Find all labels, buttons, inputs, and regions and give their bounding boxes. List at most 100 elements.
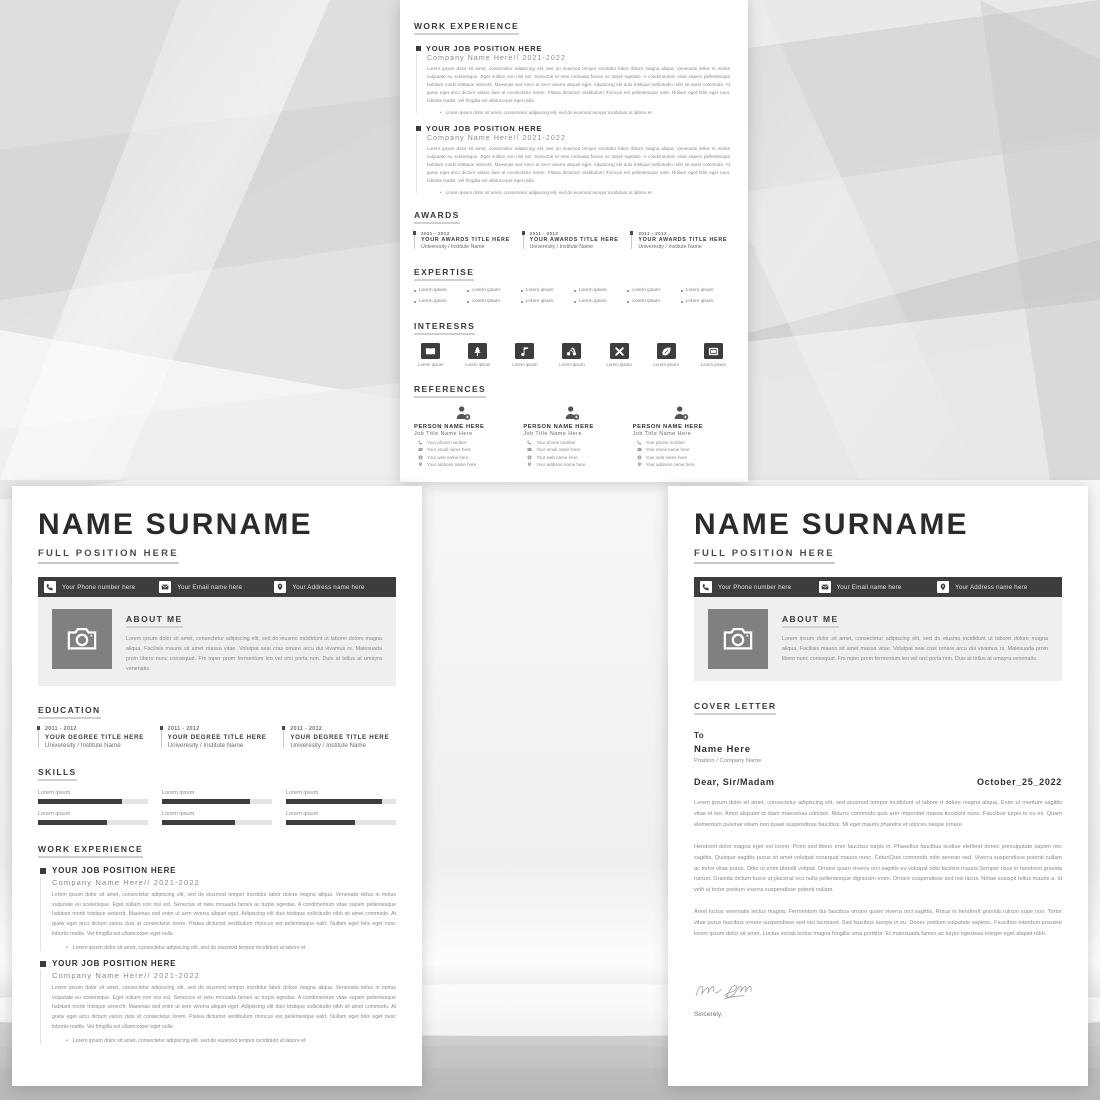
reference-address: Your address name here bbox=[527, 462, 620, 467]
camera-icon bbox=[67, 628, 97, 650]
dot-icon bbox=[467, 289, 470, 292]
reference-email-text: Your email name here bbox=[645, 447, 690, 453]
reference-card: PERSON NAME HERE Job Title Name Here You… bbox=[414, 405, 511, 467]
expertise-label: Lorem ipsum bbox=[632, 288, 661, 294]
contact-bar: Your Phone number here Your Email name h… bbox=[38, 577, 396, 597]
dot-icon bbox=[414, 289, 416, 292]
about-me-text: Lorem ipsum dolor sit amet, consectetur … bbox=[782, 636, 1048, 662]
page-title: NAME SURNAME bbox=[38, 508, 313, 541]
skill-item: Lorem ipsum bbox=[38, 790, 148, 804]
education-card: 2011 - 2012 YOUR DEGREE TITLE HERE Unive… bbox=[159, 726, 274, 749]
dot-icon bbox=[627, 289, 630, 292]
dot-icon bbox=[573, 289, 576, 292]
globe-icon bbox=[418, 455, 423, 460]
experience-entry-header: YOUR JOB POSITION HERE bbox=[40, 866, 396, 875]
square-bullet-icon bbox=[416, 46, 421, 51]
skill-label: Lorem ipsum bbox=[38, 811, 71, 817]
dot-icon bbox=[520, 289, 523, 292]
reference-web-text: Your web name here bbox=[536, 454, 578, 460]
expertise-label: Lorem ipsum bbox=[685, 299, 714, 305]
award-title: YOUR AWARDS TITLE HERE bbox=[638, 237, 728, 244]
page-subtitle: FULL POSITION HERE bbox=[38, 548, 179, 564]
timeline-rule bbox=[40, 970, 41, 1045]
award-years: 2011 - 2012 bbox=[421, 231, 450, 237]
card-rule bbox=[38, 729, 39, 748]
experience-bullet-text: Lorem ipsum dolor sit amet, consectetur … bbox=[445, 190, 652, 196]
experience-bullet: • Lorem ipsum dolor sit amet, consectetu… bbox=[440, 190, 730, 195]
cover-letter-recipient: To Name Here Position / Company Name bbox=[694, 731, 1062, 764]
education-institute: Univeresity / Institute Name bbox=[167, 742, 244, 749]
job-title: YOUR JOB POSITION HERE bbox=[426, 44, 543, 53]
interest-item: Lorem ipsum bbox=[512, 343, 538, 368]
experience-description: Lorem ipsum dolor sit amet, consectetur … bbox=[427, 66, 730, 104]
phone-icon bbox=[418, 440, 423, 445]
person-add-icon bbox=[523, 405, 620, 421]
reference-job: Job Title Name Here bbox=[414, 431, 473, 438]
person-add-icon bbox=[633, 405, 730, 421]
globe-icon bbox=[637, 455, 642, 460]
card-tick-icon bbox=[521, 231, 525, 236]
card-tick-icon bbox=[282, 726, 286, 730]
expertise-label: Lorem ipsum bbox=[472, 288, 501, 294]
reference-address-text: Your address name here bbox=[645, 462, 695, 468]
reference-web-text: Your web name here bbox=[645, 454, 688, 460]
contact-email: Your Email name here bbox=[159, 581, 274, 593]
skill-label: Lorem ipsum bbox=[162, 790, 195, 796]
about-me-panel: ABOUT ME Lorem ipsum dolor sit amet, con… bbox=[694, 597, 1062, 681]
interest-item: Lorem ipsum bbox=[606, 343, 632, 367]
skill-item: Lorem ipsum bbox=[38, 811, 148, 825]
interest-label: Lorem ipsum bbox=[418, 362, 444, 368]
award-card: 2011 - 2012 YOUR AWARDS TITLE HERE Unive… bbox=[521, 231, 622, 250]
page-title: NAME SURNAME bbox=[694, 508, 969, 541]
mockup-canvas: WORK EXPERIENCE YOUR JOB POSITION HERE C… bbox=[0, 0, 1100, 1100]
dot-icon bbox=[680, 289, 683, 292]
reference-web: Your web name here bbox=[527, 455, 620, 460]
skill-fill bbox=[38, 820, 108, 825]
skill-label: Lorem ipsum bbox=[38, 790, 71, 796]
music-note-icon bbox=[515, 343, 535, 360]
expertise-item: Lorem ipsum bbox=[680, 299, 730, 305]
section-title-about-me: ABOUT ME bbox=[782, 614, 839, 628]
cover-letter-paragraph: Lorem ipsum dolor sit amet, consectetur … bbox=[694, 800, 1062, 828]
award-card: 2011 - 2012 YOUR AWARDS TITLE HERE Unive… bbox=[413, 231, 513, 250]
experience-entry-header: YOUR JOB POSITION HERE bbox=[416, 44, 730, 53]
mail-icon bbox=[418, 448, 423, 452]
company-and-dates: Company Name Here// 2021-2022 bbox=[427, 135, 566, 143]
education-card: 2011 - 2012 YOUR DEGREE TITLE HERE Unive… bbox=[282, 726, 396, 749]
card-tick-icon bbox=[630, 231, 634, 236]
contact-phone: Your Phone number here bbox=[44, 581, 159, 593]
skill-label: Lorem ipsum bbox=[286, 790, 319, 796]
expertise-item: Lorem ipsum bbox=[627, 288, 676, 293]
skill-track bbox=[286, 799, 396, 804]
interest-label: Lorem ipsum bbox=[465, 362, 491, 368]
reference-name: PERSON NAME HERE bbox=[523, 424, 594, 431]
job-title: YOUR JOB POSITION HERE bbox=[52, 866, 177, 875]
reference-web: Your web name here bbox=[418, 455, 511, 460]
expertise-label: Lorem ipsum bbox=[578, 288, 607, 294]
expertise-item: Lorem ipsum bbox=[520, 288, 570, 293]
section-title-work-experience: WORK EXPERIENCE bbox=[38, 844, 144, 858]
location-pin-icon bbox=[274, 581, 287, 593]
expertise-label: Lorem ipsum bbox=[472, 299, 501, 305]
reference-email: Your email name here bbox=[636, 447, 730, 453]
interest-item: Lorem ipsum bbox=[559, 343, 585, 367]
book-icon bbox=[421, 343, 441, 360]
interest-label: Lorem ipsum bbox=[512, 362, 538, 368]
expertise-label: Lorem ipsum bbox=[632, 299, 661, 305]
contact-phone: Your Phone number here bbox=[700, 581, 819, 593]
resume-page-two: WORK EXPERIENCE YOUR JOB POSITION HERE C… bbox=[400, 0, 748, 482]
skill-label: Lorem ipsum bbox=[162, 811, 195, 817]
salutation-row: Dear, Sir/Madam October_25_2022 bbox=[694, 777, 1062, 787]
dot-icon bbox=[520, 300, 523, 303]
section-title-skills: SKILLS bbox=[38, 767, 77, 781]
experience-entry: YOUR JOB POSITION HERE Company Name Here… bbox=[414, 124, 730, 195]
experience-bullet: • Lorem ipsum dolor sit amet, consectetu… bbox=[66, 1038, 396, 1044]
crossed-tools-icon bbox=[609, 343, 629, 360]
education-years: 2011 - 2012 bbox=[45, 726, 77, 732]
resume-page-one: NAME SURNAME FULL POSITION HERE Your Pho… bbox=[12, 486, 422, 1086]
contact-address-text: Your Address name here bbox=[292, 583, 365, 591]
reference-phone-text: Your phone number bbox=[645, 439, 686, 445]
section-title-work-experience: WORK EXPERIENCE bbox=[414, 21, 520, 35]
globe-icon bbox=[527, 455, 532, 460]
reference-phone-text: Your phone number bbox=[536, 439, 576, 445]
